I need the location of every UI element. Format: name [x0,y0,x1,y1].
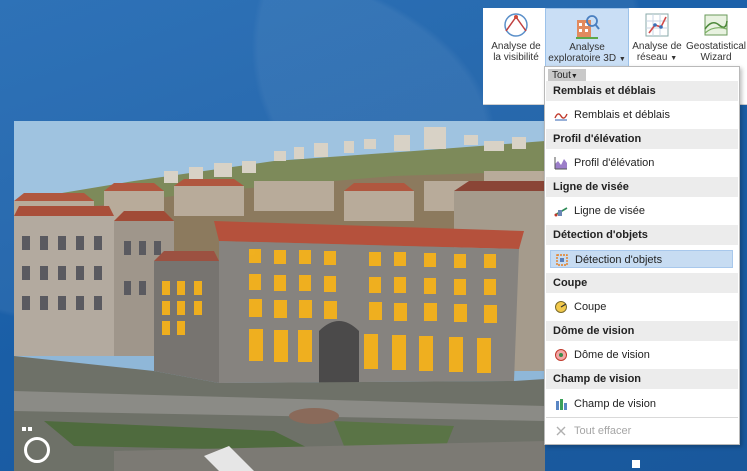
menu-item-object-detection[interactable]: Détection d'objets [550,250,733,268]
section-header-line-of-sight: Ligne de visée [546,177,738,197]
elevation-profile-icon [554,157,567,170]
visibility-analysis-label-1: Analyse de [491,41,541,52]
visibility-analysis-label-2: la visibilité [493,52,539,63]
chevron-down-icon: ▼ [618,56,626,63]
visibility-analysis-button[interactable]: Analyse de la visibilité [487,8,545,68]
chevron-down-icon: ▼ [670,55,678,62]
menu-item-clear-all[interactable]: Tout effacer [550,422,733,440]
network-analysis-label-1: Analyse de [632,41,682,52]
exploratory-3d-gallery: Tout▼ Remblais et déblais Remblais et dé… [544,66,740,445]
menu-item-viewshed[interactable]: Champ de vision [550,395,733,413]
visibility-analysis-icon [504,13,528,37]
menu-item-label: Détection d'objets [575,254,663,266]
scene-nav-mini-icon[interactable] [22,418,40,431]
menu-item-label: Champ de vision [574,398,656,410]
menu-item-label: Dôme de vision [574,349,650,361]
menu-item-label: Ligne de visée [574,205,645,217]
network-analysis-label-2: réseau [636,52,668,63]
line-of-sight-icon [554,207,568,217]
viewshed-icon [556,399,567,410]
section-header-viewshed: Champ de vision [546,369,738,389]
network-analysis-icon [645,13,669,37]
section-header-object-detection: Détection d'objets [546,225,738,245]
menu-item-label: Profil d'élévation [574,157,655,169]
menu-item-cut-fill[interactable]: Remblais et déblais [550,106,733,124]
section-header-view-dome: Dôme de vision [546,321,738,341]
navigator-control-icon[interactable] [24,437,50,463]
gallery-filter-label: Tout [552,70,571,81]
view-dome-icon [555,349,567,361]
menu-item-label: Tout effacer [574,425,632,437]
geostatistical-wizard-icon [704,14,728,36]
menu-item-label: Remblais et déblais [574,109,670,121]
exploratory-3d-label-1: Analyse [569,42,605,53]
section-header-cut-fill: Remblais et déblais [546,81,738,101]
geostatistical-wizard-label-1: Geostatistical [685,41,747,52]
section-header-slice: Coupe [546,273,738,293]
map-corner-icon [632,460,640,468]
menu-item-slice[interactable]: Coupe [550,298,733,316]
geostatistical-wizard-button[interactable]: Geostatistical Wizard [685,8,747,68]
exploratory-3d-button[interactable]: Analyse exploratoire 3D ▼ [545,8,629,68]
menu-item-elevation-profile[interactable]: Profil d'élévation [550,154,733,172]
cut-fill-icon [554,113,568,121]
slice-icon [555,301,567,313]
geostatistical-wizard-label-2: Wizard [700,52,732,63]
menu-item-view-dome[interactable]: Dôme de vision [550,346,733,364]
network-analysis-button[interactable]: Analyse de réseau ▼ [629,8,685,68]
chevron-down-icon: ▼ [570,73,578,80]
menu-item-line-of-sight[interactable]: Ligne de visée [550,202,733,220]
object-detection-icon [556,254,568,266]
exploratory-3d-label-2: exploratoire 3D [548,53,617,64]
close-icon [556,426,566,436]
exploratory-3d-icon [576,15,600,39]
menu-separator [546,417,738,418]
section-header-elevation-profile: Profil d'élévation [546,129,738,149]
menu-item-label: Coupe [574,301,607,313]
scene-3d-view[interactable] [14,121,545,471]
